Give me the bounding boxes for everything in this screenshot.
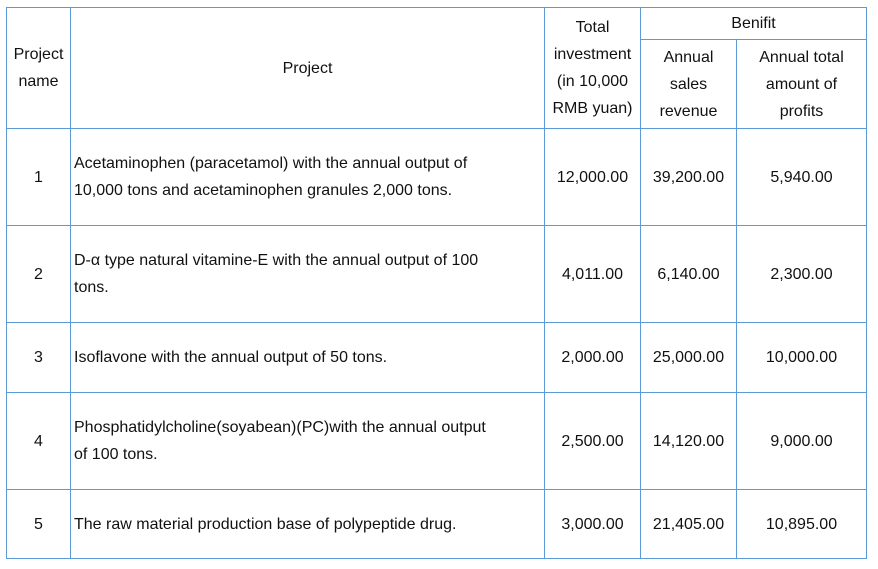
total-investment-cell: 3,000.00 bbox=[544, 489, 641, 559]
project-description: Phosphatidylcholine(soyabean)(PC)with th… bbox=[70, 392, 545, 490]
annual-sales-revenue-cell: 25,000.00 bbox=[640, 322, 737, 393]
annual-sales-revenue-cell: 39,200.00 bbox=[640, 128, 737, 226]
row-number: 4 bbox=[6, 392, 71, 490]
table-row: 2 D-α type natural vitamine-E with the a… bbox=[6, 225, 867, 323]
project-description: D-α type natural vitamine-E with the ann… bbox=[70, 225, 545, 323]
annual-sales-revenue-cell: 14,120.00 bbox=[640, 392, 737, 490]
table-row: 5 The raw material production base of po… bbox=[6, 489, 867, 559]
annual-profits-cell: 5,940.00 bbox=[736, 128, 867, 226]
project-description: The raw material production base of poly… bbox=[70, 489, 545, 559]
project-description: Acetaminophen (paracetamol) with the ann… bbox=[70, 128, 545, 226]
total-investment-cell: 2,000.00 bbox=[544, 322, 641, 393]
row-number: 2 bbox=[6, 225, 71, 323]
header-project: Project bbox=[70, 7, 545, 129]
row-number: 5 bbox=[6, 489, 71, 559]
annual-profits-cell: 2,300.00 bbox=[736, 225, 867, 323]
table-row: 3 Isoflavone with the annual output of 5… bbox=[6, 322, 867, 393]
row-number: 3 bbox=[6, 322, 71, 393]
annual-profits-cell: 9,000.00 bbox=[736, 392, 867, 490]
header-total-investment: Total investment (in 10,000 RMB yuan) bbox=[544, 7, 641, 129]
row-number: 1 bbox=[6, 128, 71, 226]
table-row: 4 Phosphatidylcholine(soyabean)(PC)with … bbox=[6, 392, 867, 490]
header-annual-sales-revenue: Annual sales revenue bbox=[640, 39, 737, 129]
project-table: Project name Project Total investment (i… bbox=[6, 7, 867, 559]
total-investment-cell: 4,011.00 bbox=[544, 225, 641, 323]
header-annual-total-profits: Annual total amount of profits bbox=[736, 39, 867, 129]
header-project-name: Project name bbox=[6, 7, 71, 129]
total-investment-cell: 12,000.00 bbox=[544, 128, 641, 226]
annual-sales-revenue-cell: 6,140.00 bbox=[640, 225, 737, 323]
total-investment-cell: 2,500.00 bbox=[544, 392, 641, 490]
project-description: Isoflavone with the annual output of 50 … bbox=[70, 322, 545, 393]
table-row: 1 Acetaminophen (paracetamol) with the a… bbox=[6, 128, 867, 226]
annual-sales-revenue-cell: 21,405.00 bbox=[640, 489, 737, 559]
annual-profits-cell: 10,000.00 bbox=[736, 322, 867, 393]
header-benefit: Benifit bbox=[640, 7, 867, 40]
annual-profits-cell: 10,895.00 bbox=[736, 489, 867, 559]
